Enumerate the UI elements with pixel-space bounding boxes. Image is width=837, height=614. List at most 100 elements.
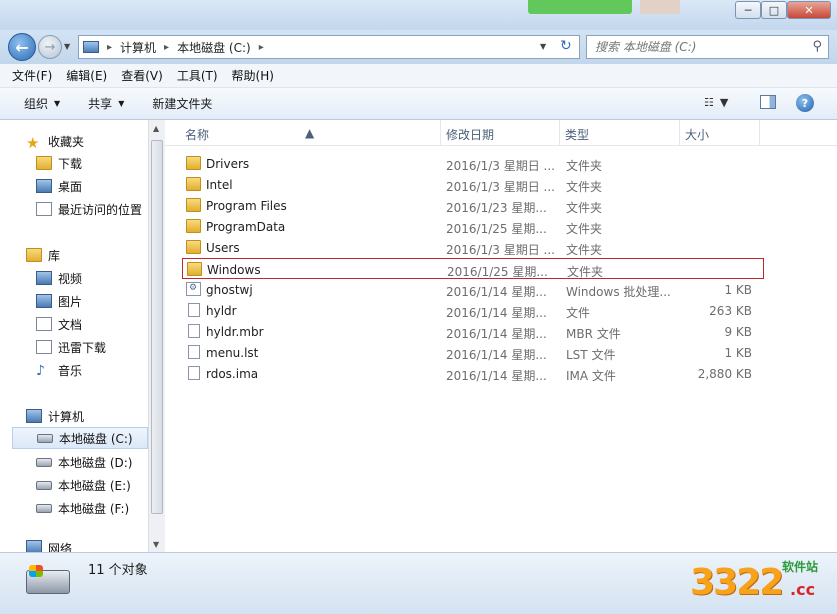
address-bar[interactable]: ▸ 计算机 ▸ 本地磁盘 (C:) ▸ (78, 35, 580, 59)
menu-edit[interactable]: 编辑(E) (66, 67, 107, 84)
help-icon: ? (801, 96, 809, 110)
address-dropdown[interactable]: ▼ (540, 42, 546, 51)
column-type[interactable]: 类型 (565, 126, 589, 143)
nav-label: 本地磁盘 (C:) (59, 431, 133, 446)
recent-pages-dropdown[interactable]: ▼ (64, 42, 70, 51)
file-size: 1 KB (724, 283, 752, 297)
nav-label: 视频 (58, 271, 83, 286)
nav-label: 计算机 (48, 409, 85, 424)
computer-icon (26, 409, 42, 423)
search-input[interactable] (595, 40, 795, 54)
scrollbar-thumb[interactable] (151, 140, 163, 514)
file-row-users[interactable]: Users 2016/1/3 星期日 ... 文件夹 (182, 237, 764, 258)
nav-label: 本地磁盘 (D:) (58, 455, 133, 470)
file-name: Drivers (206, 157, 250, 171)
breadcrumb-separator[interactable]: ▸ (107, 42, 112, 53)
nav-label: 库 (48, 248, 61, 263)
nav-label: 桌面 (58, 179, 83, 194)
file-name: hyldr (206, 304, 237, 318)
file-type: 文件夹 (567, 265, 604, 279)
file-row-drivers[interactable]: Drivers 2016/1/3 星期日 ... 文件夹 (182, 153, 764, 174)
file-row-hyldr[interactable]: hyldr 2016/1/14 星期... 文件 263 KB (182, 300, 764, 321)
file-name: ghostwj (206, 283, 253, 297)
navigation-scrollbar[interactable]: ▲ ▼ (148, 120, 165, 552)
file-row-programdata[interactable]: ProgramData 2016/1/25 星期... 文件夹 (182, 216, 764, 237)
column-divider[interactable] (559, 120, 560, 146)
file-row-ghostwj[interactable]: ghostwj 2016/1/14 星期... Windows 批处理... 1… (182, 279, 764, 300)
organize-button[interactable]: 组织 ▼ (24, 95, 60, 112)
file-name: hyldr.mbr (206, 325, 264, 339)
menu-help[interactable]: 帮助(H) (232, 67, 274, 84)
file-date: 2016/1/14 星期... (446, 348, 547, 362)
computer-icon (83, 41, 99, 53)
breadcrumb-separator[interactable]: ▸ (259, 42, 264, 53)
maximize-button[interactable]: □ (761, 1, 787, 19)
file-icon (188, 366, 200, 380)
file-row-menu-lst[interactable]: menu.lst 2016/1/14 星期... LST 文件 1 KB (182, 342, 764, 363)
new-folder-button[interactable]: 新建文件夹 (152, 95, 212, 112)
file-size: 2,880 KB (697, 367, 752, 381)
scroll-up-arrow[interactable]: ▲ (153, 124, 159, 133)
sort-ascending-icon: ▲ (305, 126, 315, 140)
arrow-left-icon: ← (15, 37, 29, 57)
arrow-right-icon: → (44, 39, 56, 55)
file-name: menu.lst (206, 346, 259, 360)
nav-label: 最近访问的位置 (58, 202, 143, 217)
file-row-rdos-ima[interactable]: rdos.ima 2016/1/14 星期... IMA 文件 2,880 KB (182, 363, 764, 384)
menu-file[interactable]: 文件(F) (12, 67, 52, 84)
chevron-down-icon: ▼ (719, 96, 729, 109)
file-date: 2016/1/23 星期... (446, 201, 547, 215)
breadcrumb-computer[interactable]: 计算机 (120, 39, 156, 56)
scroll-down-arrow[interactable]: ▼ (153, 540, 159, 549)
menu-tools[interactable]: 工具(T) (177, 67, 218, 84)
preview-pane-button[interactable] (760, 95, 776, 109)
close-button[interactable]: ✕ (787, 1, 831, 19)
file-date: 2016/1/25 星期... (447, 265, 548, 279)
column-name[interactable]: 名称 (185, 126, 209, 143)
minimize-button[interactable]: ─ (735, 1, 761, 19)
search-icon[interactable]: ⚲ (812, 39, 822, 54)
file-type: 文件夹 (566, 180, 603, 194)
refresh-icon[interactable]: ↻ (560, 38, 572, 54)
column-date[interactable]: 修改日期 (446, 126, 494, 143)
file-row-hyldr-mbr[interactable]: hyldr.mbr 2016/1/14 星期... MBR 文件 9 KB (182, 321, 764, 342)
nav-drive-c[interactable]: 本地磁盘 (C:) (12, 427, 148, 449)
file-row-windows[interactable]: Windows 2016/1/25 星期... 文件夹 (182, 258, 764, 279)
forward-button[interactable]: → (38, 35, 62, 59)
column-divider[interactable] (679, 120, 680, 146)
search-box[interactable]: ⚲ (586, 35, 829, 59)
breadcrumb-separator[interactable]: ▸ (164, 42, 169, 53)
column-size[interactable]: 大小 (685, 126, 709, 143)
share-label: 共享 (88, 97, 113, 111)
music-note-icon: ♪ (36, 363, 45, 379)
column-header: ▲ 名称 修改日期 类型 大小 (165, 120, 837, 146)
change-view-button[interactable]: ☷ ▼ (704, 96, 728, 109)
file-date: 2016/1/3 星期日 ... (446, 159, 555, 173)
menu-view[interactable]: 查看(V) (121, 67, 163, 84)
file-row-program-files[interactable]: Program Files 2016/1/23 星期... 文件夹 (182, 195, 764, 216)
column-divider[interactable] (759, 120, 760, 146)
view-list-icon: ☷ (704, 96, 714, 109)
batch-file-icon (186, 282, 201, 296)
file-type: 文件夹 (566, 222, 603, 236)
column-divider[interactable] (440, 120, 441, 146)
menu-bar: 文件(F) 编辑(E) 查看(V) 工具(T) 帮助(H) (0, 64, 837, 88)
file-date: 2016/1/3 星期日 ... (446, 243, 555, 257)
watermark-site: 软件站 (782, 560, 819, 574)
drive-large-icon (26, 565, 70, 594)
watermark-number: 3322 (690, 562, 784, 603)
drive-icon (37, 433, 53, 443)
help-button[interactable]: ? (796, 94, 814, 112)
file-date: 2016/1/14 星期... (446, 285, 547, 299)
file-type: 文件夹 (566, 243, 603, 257)
back-button[interactable]: ← (8, 33, 36, 61)
title-bar: ─ □ ✕ (0, 0, 837, 30)
file-row-intel[interactable]: Intel 2016/1/3 星期日 ... 文件夹 (182, 174, 764, 195)
drive-icon (36, 457, 52, 467)
breadcrumb-drive-c[interactable]: 本地磁盘 (C:) (177, 39, 251, 56)
navigation-bar: ← → ▼ ▸ 计算机 ▸ 本地磁盘 (C:) ▸ ▼ ↻ ⚲ (0, 30, 837, 64)
file-type: IMA 文件 (566, 369, 616, 383)
folder-icon (186, 219, 201, 233)
file-date: 2016/1/14 星期... (446, 306, 547, 320)
share-button[interactable]: 共享 ▼ (88, 95, 124, 112)
